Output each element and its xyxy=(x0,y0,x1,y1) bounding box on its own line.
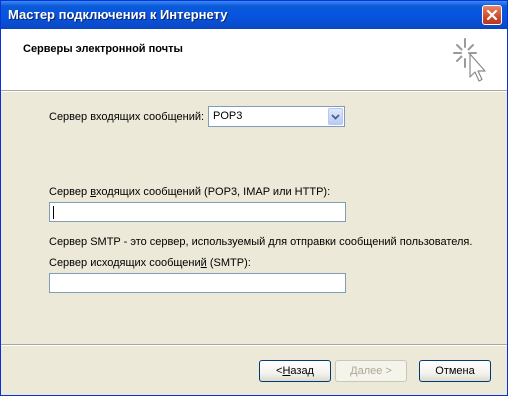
footer-divider xyxy=(1,344,507,346)
next-button[interactable]: Далее > xyxy=(335,360,407,382)
outgoing-server-input[interactable] xyxy=(49,273,346,293)
text-caret xyxy=(53,206,54,219)
close-icon xyxy=(486,9,498,21)
page-title: Серверы электронной почты xyxy=(23,43,183,55)
chevron-down-icon xyxy=(331,113,340,120)
incoming-server-label: Сервер входящих сообщений (POP3, IMAP ил… xyxy=(49,186,331,198)
dialog-window: Мастер подключения к Интернету Серверы э… xyxy=(0,0,508,396)
dropdown-button[interactable] xyxy=(328,108,343,125)
incoming-server-type-value: POP3 xyxy=(213,110,243,122)
outgoing-server-label: Сервер исходящих сообщений (SMTP): xyxy=(49,257,251,269)
close-button[interactable] xyxy=(482,5,502,25)
window-title: Мастер подключения к Интернету xyxy=(8,7,228,22)
header-divider xyxy=(1,90,507,92)
incoming-type-label: Сервер входящих сообщений: xyxy=(49,111,205,123)
incoming-server-type-select[interactable]: POP3 xyxy=(208,106,345,127)
wizard-header: Серверы электронной почты xyxy=(1,29,507,90)
wizard-cursor-icon xyxy=(453,38,486,82)
title-bar[interactable]: Мастер подключения к Интернету xyxy=(1,1,507,29)
cancel-button[interactable]: Отмена xyxy=(419,360,491,382)
smtp-description: Сервер SMTP - это сервер, используемый д… xyxy=(49,236,473,248)
back-button[interactable]: < Назад xyxy=(259,360,331,382)
incoming-server-input[interactable] xyxy=(49,202,346,222)
